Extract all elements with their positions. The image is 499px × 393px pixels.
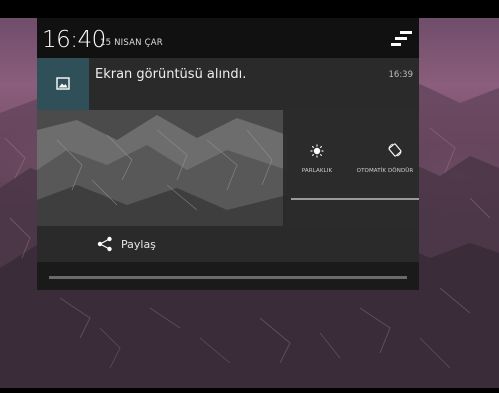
quick-settings-preview: PARLAKLIK OTOMATİK DÖNDÜR	[283, 110, 419, 226]
shade-footer	[37, 262, 419, 290]
brightness-icon	[310, 144, 324, 158]
share-label: Paylaş	[121, 237, 156, 251]
shade-drag-handle[interactable]	[49, 276, 407, 279]
notification-icon-box	[37, 58, 89, 110]
shade-header: 16:40 15 NISAN ÇAR	[37, 18, 419, 58]
android-screen: 16:40 15 NISAN ÇAR Ekran görüntüsü alınd…	[0, 0, 499, 393]
share-button[interactable]: Paylaş	[97, 234, 156, 254]
notification-actions: Paylaş	[37, 226, 419, 262]
qs-brightness-label: PARLAKLIK	[301, 168, 333, 174]
date: 15 NISAN ÇAR	[100, 38, 163, 48]
brightness-slider-track	[291, 198, 419, 200]
quick-settings-toggle-icon[interactable]	[391, 30, 413, 48]
clock: 16:40	[42, 27, 106, 53]
screenshot-notification[interactable]: Ekran görüntüsü alındı. 16:39	[37, 58, 419, 110]
notification-time: 16:39	[388, 70, 414, 80]
notification-title: Ekran görüntüsü alındı.	[95, 67, 247, 82]
qs-auto-rotate-label: OTOMATİK DÖNDÜR	[356, 168, 414, 174]
image-icon	[56, 77, 70, 90]
auto-rotate-icon	[388, 143, 402, 157]
share-icon	[97, 236, 112, 252]
nav-bar-area	[0, 388, 499, 393]
screenshot-preview[interactable]: PARLAKLIK OTOMATİK DÖNDÜR	[37, 110, 419, 226]
